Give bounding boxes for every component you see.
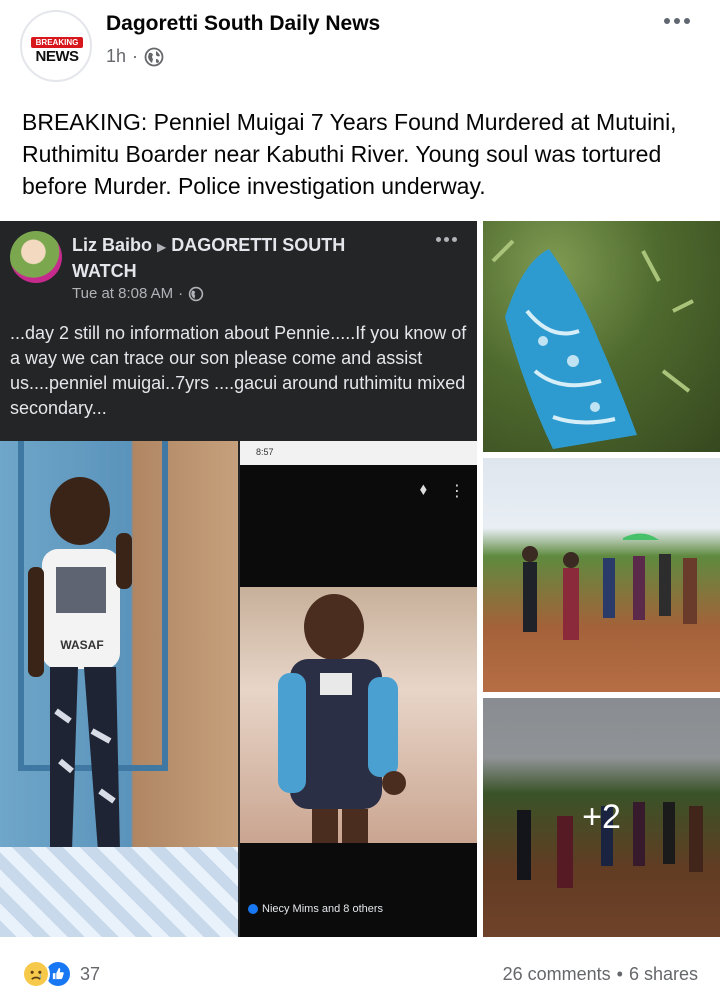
crowd-illustration xyxy=(522,533,697,640)
phone-reactions-text: Niecy Mims and 8 others xyxy=(262,903,384,915)
media-main-screenshot[interactable]: Liz Baibo ▶ DAGORETTI SOUTH WATCH Tue at 8… xyxy=(0,221,477,937)
post-caption: BREAKING: Penniel Muigai 7 Years Found M… xyxy=(22,109,677,199)
child-photo-right xyxy=(240,587,477,843)
page-avatar[interactable]: BREAKING NEWS xyxy=(20,10,92,82)
sad-reaction-icon xyxy=(22,960,50,988)
embedded-more-icon xyxy=(436,237,457,242)
embedded-author-avatar xyxy=(10,231,62,283)
tag-icon: ⬧ xyxy=(419,481,427,498)
post-header: BREAKING NEWS Dagoretti South Daily News… xyxy=(0,0,720,92)
phone-like-icon xyxy=(248,904,258,914)
embedded-post-text: ...day 2 still no information about Penn… xyxy=(10,323,467,418)
phone-screenshot: 8:57 ⬧ ⋮ Niecy Mims and 8 others xyxy=(240,441,477,937)
embedded-author-line: Liz Baibo ▶ DAGORETTI SOUTH WATCH xyxy=(72,233,402,283)
child-figure-illustration: WASAF xyxy=(28,477,134,875)
avatar-news-label: NEWS xyxy=(35,48,80,65)
globe-icon xyxy=(144,47,164,66)
embedded-post-meta: Tue at 8:08 AM · xyxy=(72,285,204,302)
post-meta: 1h · xyxy=(106,46,164,67)
clothing-on-grass-illustration xyxy=(491,239,694,449)
child-photo-left: WASAF xyxy=(0,441,238,937)
embedded-author-name: Liz Baibo xyxy=(72,235,152,255)
phone-reactions: Niecy Mims and 8 others xyxy=(248,903,383,915)
embedded-globe-icon xyxy=(188,286,204,301)
media-clothing-photo[interactable] xyxy=(483,221,720,452)
avatar-breaking-label: BREAKING xyxy=(31,37,83,48)
more-options-icon[interactable] xyxy=(664,18,690,24)
phone-toolbar: ⬧ ⋮ xyxy=(420,481,465,501)
page-name-link[interactable]: Dagoretti South Daily News xyxy=(106,12,380,36)
phone-status-bar: 8:57 xyxy=(240,441,477,465)
counts-separator: • xyxy=(616,964,623,984)
post-footer: 37 26 comments • 6 shares xyxy=(0,950,720,1000)
shares-count-link[interactable]: 6 shares xyxy=(629,964,698,985)
share-arrow-icon: ▶ xyxy=(157,240,167,254)
boy-figure-illustration xyxy=(278,594,406,843)
post-timestamp[interactable]: 1h xyxy=(106,46,126,67)
media-crowd-photo-1[interactable] xyxy=(483,458,720,692)
embedded-post: Liz Baibo ▶ DAGORETTI SOUTH WATCH Tue at 8… xyxy=(0,221,477,441)
media-grid: Liz Baibo ▶ DAGORETTI SOUTH WATCH Tue at 8… xyxy=(0,221,720,937)
embedded-meta-separator: · xyxy=(178,285,184,302)
more-photos-count[interactable]: +2 xyxy=(483,698,720,937)
engagement-counts: 26 comments • 6 shares xyxy=(503,964,698,985)
phone-more-icon: ⋮ xyxy=(449,483,465,500)
embedded-timestamp: Tue at 8:08 AM xyxy=(72,285,174,302)
meta-separator: · xyxy=(132,46,139,66)
tiled-floor xyxy=(0,847,238,937)
reactions-summary[interactable]: 37 xyxy=(22,960,100,988)
media-crowd-photo-2[interactable]: +2 xyxy=(483,698,720,937)
reaction-count: 37 xyxy=(80,963,101,984)
comments-count-link[interactable]: 26 comments xyxy=(503,964,611,985)
phone-status-time: 8:57 xyxy=(256,447,274,457)
shirt-print-text: WASAF xyxy=(60,638,103,652)
